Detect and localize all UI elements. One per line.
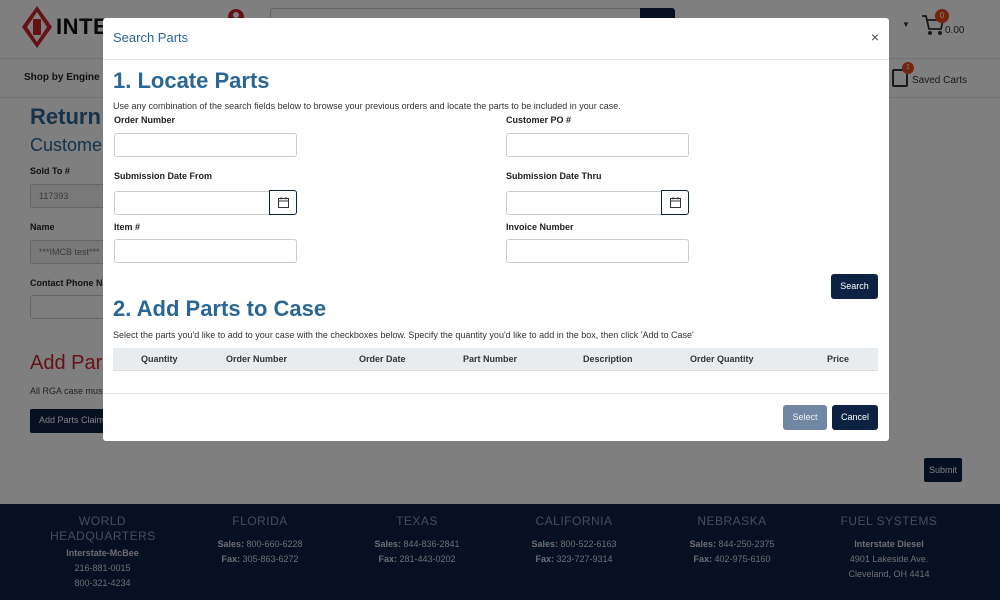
section-locate-parts-desc: Use any combination of the search fields… [113,101,621,111]
column-header-description[interactable]: Description [583,354,633,364]
invoice-number-label: Invoice Number [506,222,574,232]
parts-table-header: Quantity Order Number Order Date Part Nu… [113,348,878,370]
modal-title: Search Parts [113,30,189,45]
date-from-picker-button[interactable] [269,190,297,215]
column-header-order-quantity[interactable]: Order Quantity [690,354,754,364]
column-header-order-number[interactable]: Order Number [226,354,287,364]
close-icon[interactable]: × [871,29,879,45]
customer-po-label: Customer PO # [506,115,572,125]
column-header-price[interactable]: Price [827,354,849,364]
customer-po-input[interactable] [506,133,689,157]
section-add-parts-desc: Select the parts you'd like to add to yo… [113,330,694,340]
modal-footer-divider [103,393,889,394]
item-number-label: Item # [114,222,141,232]
column-header-part-number[interactable]: Part Number [463,354,517,364]
search-parts-modal: Search Parts × 1. Locate Parts Use any c… [103,18,889,441]
submission-date-from-input[interactable] [114,191,270,215]
section-add-parts-title: 2. Add Parts to Case [113,296,327,321]
column-header-quantity[interactable]: Quantity [141,354,178,364]
section-locate-parts-title: 1. Locate Parts [113,68,270,93]
submission-date-from-label: Submission Date From [114,171,213,181]
item-number-input[interactable] [114,239,297,263]
submission-date-thru-label: Submission Date Thru [506,171,602,181]
modal-header: Search Parts × [103,18,889,60]
invoice-number-input[interactable] [506,239,689,263]
date-thru-picker-button[interactable] [661,190,689,215]
column-header-order-date[interactable]: Order Date [359,354,406,364]
calendar-icon [670,197,681,208]
cancel-button[interactable]: Cancel [832,405,878,430]
select-button[interactable]: Select [783,405,827,430]
order-number-input[interactable] [114,133,297,157]
search-button[interactable]: Search [831,274,878,299]
table-divider [113,370,878,371]
calendar-icon [278,197,289,208]
submission-date-thru-input[interactable] [506,191,662,215]
order-number-label: Order Number [114,115,176,125]
